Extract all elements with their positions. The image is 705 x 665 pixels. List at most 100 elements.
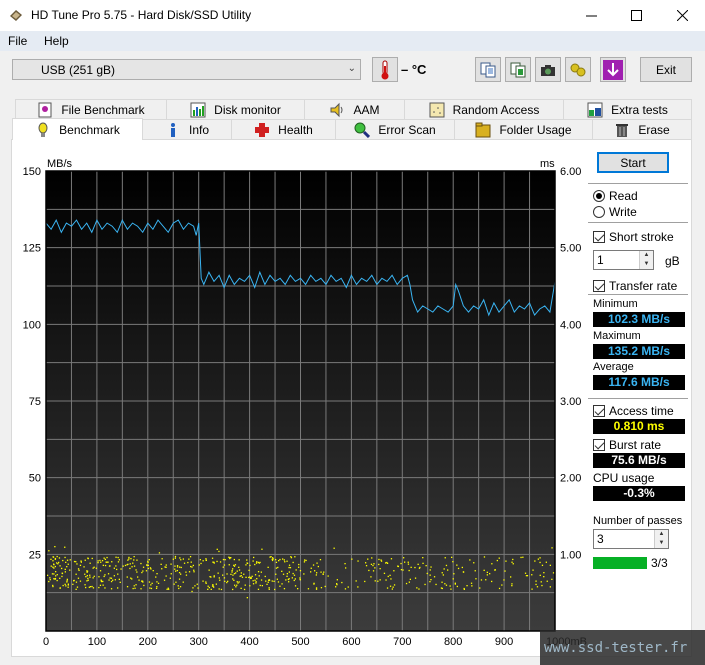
spin-up-icon[interactable]: ▲: [655, 530, 668, 539]
access-time-point: [272, 558, 274, 560]
checkbox-indicator[interactable]: [593, 231, 605, 243]
access-time-point: [127, 559, 129, 561]
access-time-point: [511, 585, 513, 587]
access-time-point: [86, 575, 88, 577]
access-time-point: [454, 583, 456, 585]
checkbox-indicator[interactable]: [593, 280, 605, 292]
short-stroke-checkbox[interactable]: Short stroke: [593, 230, 674, 244]
access-time-point: [380, 560, 383, 562]
access-time-point: [531, 588, 533, 590]
y-tick-label: 75: [29, 396, 41, 408]
radio-read-indicator[interactable]: [593, 190, 605, 202]
access-time-point: [435, 583, 437, 586]
spinner[interactable]: ▲ ▼: [654, 530, 668, 548]
access-time-point: [314, 570, 316, 572]
checkbox-indicator[interactable]: [593, 405, 605, 417]
access-time-point: [266, 583, 268, 585]
access-time-point: [66, 578, 68, 580]
access-time-point: [304, 559, 306, 561]
access-time-point: [216, 548, 218, 550]
access-time-point: [148, 559, 150, 561]
transfer-rate-checkbox[interactable]: Transfer rate: [593, 279, 677, 293]
access-time-point: [100, 580, 102, 582]
access-time-point: [92, 577, 94, 579]
access-time-point: [179, 566, 181, 568]
passes-input[interactable]: 3 ▲ ▼: [593, 529, 669, 549]
access-time-point: [277, 566, 279, 569]
grid: [46, 171, 555, 631]
access-time-point: [56, 574, 58, 576]
access-time-point: [315, 574, 317, 576]
access-time-point: [236, 584, 238, 586]
access-time-point: [56, 562, 58, 564]
access-time-point: [275, 559, 277, 561]
passes-progress-label: 3/3: [651, 556, 668, 570]
access-time-point: [46, 574, 49, 576]
spin-down-icon[interactable]: ▼: [640, 260, 653, 269]
access-time-point: [254, 563, 256, 566]
short-stroke-input[interactable]: 1 ▲ ▼: [593, 250, 654, 270]
access-time-point: [56, 579, 58, 582]
access-time-point: [164, 566, 166, 568]
tab-benchmark[interactable]: Benchmark: [12, 118, 143, 140]
access-time-point: [207, 585, 209, 587]
access-time-point: [170, 563, 172, 565]
start-button[interactable]: Start: [597, 152, 669, 173]
access-time-point: [205, 581, 207, 583]
access-time-point: [414, 577, 417, 579]
access-time-point: [224, 580, 226, 582]
burst-rate-checkbox[interactable]: Burst rate: [593, 438, 661, 452]
access-time-point: [233, 573, 236, 575]
spin-down-icon[interactable]: ▼: [655, 539, 668, 548]
access-time-point: [424, 583, 426, 586]
access-time-point: [303, 561, 306, 563]
access-time-point: [193, 569, 195, 571]
y-tick-label: 125: [23, 243, 41, 255]
passes-value: 3: [597, 532, 604, 546]
spin-up-icon[interactable]: ▲: [640, 251, 653, 260]
access-time-point: [470, 582, 473, 584]
access-time-point: [89, 574, 91, 576]
access-time-point: [161, 558, 163, 560]
access-time-point: [208, 569, 210, 571]
access-time-point: [430, 566, 432, 568]
watermark: www.ssd-tester.fr: [540, 630, 705, 665]
access-time-point: [463, 588, 465, 590]
access-time-point: [365, 562, 367, 564]
access-time-point: [536, 586, 539, 588]
access-time-point: [252, 583, 255, 585]
access-time-checkbox[interactable]: Access time: [593, 404, 674, 418]
access-time-point: [83, 566, 85, 568]
access-time-point: [283, 588, 286, 590]
minimum-value: 102.3 MB/s: [593, 312, 685, 327]
access-time-point: [117, 573, 119, 575]
access-time-point: [76, 586, 79, 588]
access-time-point: [456, 564, 458, 566]
access-time-point: [196, 583, 198, 585]
access-time-point: [99, 559, 101, 562]
access-time-point: [250, 577, 252, 579]
access-time-point: [180, 566, 182, 569]
y-axis-label: MB/s: [47, 158, 73, 170]
access-time-point: [178, 572, 181, 574]
access-time-point: [232, 568, 234, 570]
access-time-point: [67, 586, 69, 588]
access-time-point: [86, 580, 88, 582]
spinner[interactable]: ▲ ▼: [639, 251, 653, 269]
access-time-point: [98, 586, 100, 589]
access-time-point: [103, 557, 105, 559]
checkbox-indicator[interactable]: [593, 439, 605, 451]
access-time-point: [51, 573, 54, 575]
radio-write-indicator[interactable]: [593, 206, 605, 218]
write-radio[interactable]: Write: [593, 205, 637, 219]
access-time-point: [50, 558, 52, 560]
x-tick-label: 200: [139, 636, 157, 648]
access-time-point: [244, 584, 246, 586]
access-time-point: [479, 587, 481, 589]
access-time-point: [133, 585, 135, 587]
access-time-point: [108, 579, 110, 581]
read-radio[interactable]: Read: [593, 189, 638, 203]
access-time-point: [238, 569, 241, 571]
access-time-point: [226, 581, 228, 584]
access-time-point: [249, 564, 251, 567]
